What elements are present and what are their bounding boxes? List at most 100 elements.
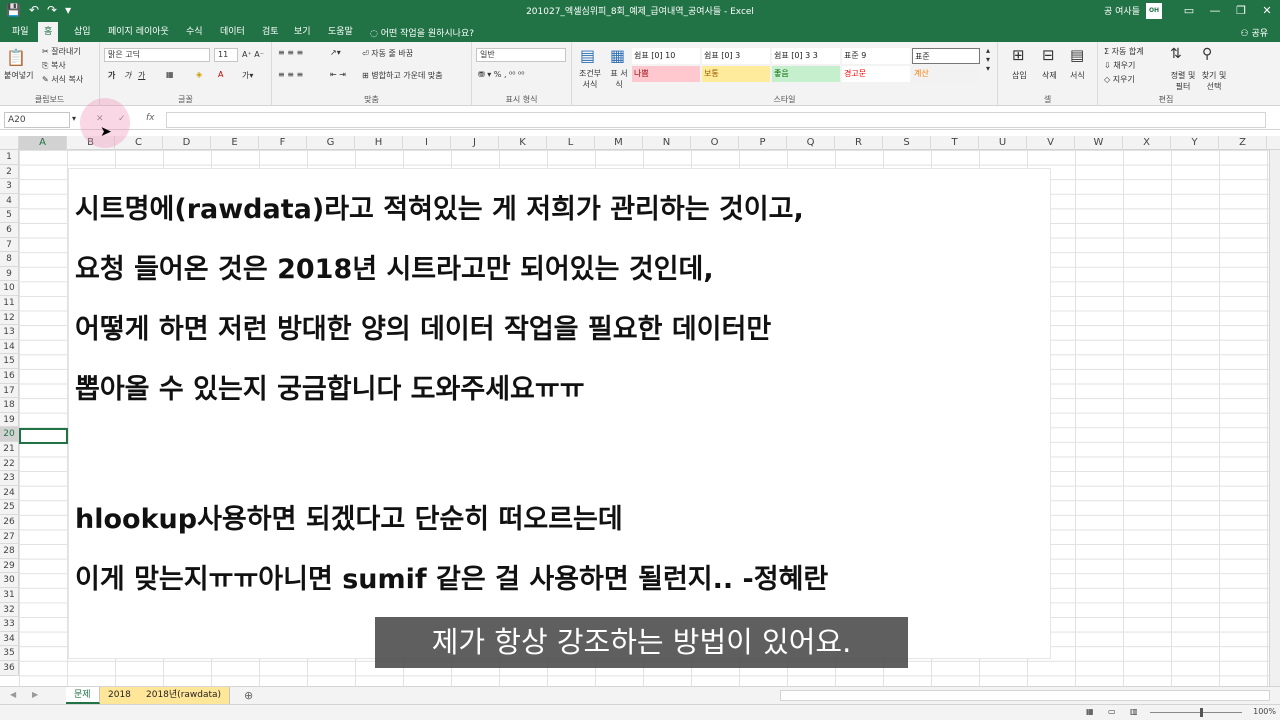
row-header-16[interactable]: 16: [0, 369, 19, 384]
column-header-i[interactable]: I: [403, 136, 451, 150]
sheet-tab-2018-rawdata[interactable]: 2018년(rawdata): [138, 687, 231, 704]
conditional-format-icon[interactable]: ▤: [580, 46, 595, 65]
tab-page-layout[interactable]: 페이지 레이아웃: [102, 22, 175, 42]
active-cell[interactable]: [19, 428, 68, 444]
column-header-s[interactable]: S: [883, 136, 931, 150]
italic-button[interactable]: 가: [124, 70, 131, 81]
column-header-d[interactable]: D: [163, 136, 211, 150]
row-header-22[interactable]: 22: [0, 456, 19, 472]
delete-cells-icon[interactable]: ⊟: [1042, 46, 1055, 64]
row-header-12[interactable]: 12: [0, 310, 19, 326]
fill-color-icon[interactable]: ◈: [196, 70, 202, 79]
table-format-button[interactable]: 표 서식: [608, 68, 630, 90]
row-header-33[interactable]: 33: [0, 617, 19, 632]
cell-style-item[interactable]: 좋음: [772, 66, 840, 82]
column-header-q[interactable]: Q: [787, 136, 835, 150]
avatar[interactable]: OH: [1146, 3, 1162, 19]
row-header-4[interactable]: 4: [0, 193, 19, 209]
row-header-7[interactable]: 7: [0, 237, 19, 253]
restore-icon[interactable]: ❐: [1228, 0, 1254, 22]
row-header-11[interactable]: 11: [0, 296, 19, 311]
row-header-9[interactable]: 9: [0, 266, 19, 282]
row-header-29[interactable]: 29: [0, 558, 19, 574]
orientation-icon[interactable]: ↗▾: [330, 48, 341, 57]
insert-cells-icon[interactable]: ⊞: [1012, 46, 1025, 64]
cell-style-item[interactable]: 보통: [702, 66, 770, 82]
paste-button[interactable]: 붙여넣기: [4, 70, 33, 81]
row-header-34[interactable]: 34: [0, 631, 19, 647]
copy-button[interactable]: ⎘ 복사: [42, 60, 66, 71]
row-header-5[interactable]: 5: [0, 208, 19, 223]
column-header-o[interactable]: O: [691, 136, 739, 150]
underline-button[interactable]: 가: [138, 70, 145, 81]
name-box-dropdown-icon[interactable]: ▾: [72, 114, 76, 123]
row-header-35[interactable]: 35: [0, 646, 19, 661]
column-header-t[interactable]: T: [931, 136, 979, 150]
column-header-l[interactable]: L: [547, 136, 595, 150]
row-header-15[interactable]: 15: [0, 354, 19, 369]
row-header-14[interactable]: 14: [0, 339, 19, 355]
find-select-button[interactable]: 찾기 및 선택: [1198, 70, 1230, 92]
row-header-30[interactable]: 30: [0, 573, 19, 588]
row-header-32[interactable]: 32: [0, 602, 19, 618]
tab-help[interactable]: 도움말: [322, 22, 359, 42]
row-header-8[interactable]: 8: [0, 252, 19, 267]
ribbon-display-icon[interactable]: ▭: [1176, 0, 1202, 22]
column-header-f[interactable]: F: [259, 136, 307, 150]
column-header-m[interactable]: M: [595, 136, 643, 150]
align-left-icon[interactable]: ≡ ≡ ≡: [278, 70, 303, 79]
cell-style-item[interactable]: 표준 9: [842, 48, 910, 64]
row-header-2[interactable]: 2: [0, 164, 19, 180]
page-layout-view-icon[interactable]: ▭: [1108, 707, 1116, 716]
column-header-k[interactable]: K: [499, 136, 547, 150]
tab-view[interactable]: 보기: [288, 22, 317, 42]
question-textbox[interactable]: 시트명에(rawdata)라고 적혀있는 게 저희가 관리하는 것이고, 요청 …: [68, 168, 1051, 659]
indent-icon[interactable]: ⇤ ⇥: [330, 70, 346, 79]
row-header-21[interactable]: 21: [0, 442, 19, 457]
column-header-e[interactable]: E: [211, 136, 259, 150]
cell-style-item[interactable]: 쉼표 [0] 10: [632, 48, 700, 64]
column-header-j[interactable]: J: [451, 136, 499, 150]
cell-style-item[interactable]: 쉼표 [0] 3 3: [772, 48, 840, 64]
vertical-scrollbar[interactable]: [1269, 150, 1280, 686]
font-color-icon[interactable]: A: [218, 70, 223, 79]
format-cells-button[interactable]: 서식: [1070, 70, 1085, 81]
row-header-36[interactable]: 36: [0, 661, 19, 676]
column-header-h[interactable]: H: [355, 136, 403, 150]
bold-button[interactable]: 가: [108, 70, 115, 81]
row-header-13[interactable]: 13: [0, 325, 19, 340]
column-header-p[interactable]: P: [739, 136, 787, 150]
column-header-y[interactable]: Y: [1171, 136, 1219, 150]
row-header-17[interactable]: 17: [0, 383, 19, 399]
autosum-button[interactable]: Σ 자동 합계: [1104, 46, 1144, 57]
column-header-x[interactable]: X: [1123, 136, 1171, 150]
fill-button[interactable]: ⇩ 채우기: [1104, 60, 1135, 71]
currency-icon[interactable]: ⛃ ▾ % , ⁰⁰ ⁰⁰: [478, 70, 524, 79]
row-header-6[interactable]: 6: [0, 223, 19, 238]
user-name[interactable]: 공 여사들: [1104, 4, 1140, 17]
column-header-n[interactable]: N: [643, 136, 691, 150]
name-box[interactable]: A20: [4, 112, 70, 128]
minimize-icon[interactable]: —: [1202, 0, 1228, 22]
phonetic-icon[interactable]: 가▾: [242, 70, 253, 81]
sort-filter-icon[interactable]: ⇅: [1170, 46, 1182, 62]
column-header-w[interactable]: W: [1075, 136, 1123, 150]
number-format-select[interactable]: 일반: [476, 48, 566, 62]
sheet-nav-right-icon[interactable]: ▶: [32, 690, 38, 699]
cut-button[interactable]: ✂ 잘라내기: [42, 46, 81, 57]
delete-cells-button[interactable]: 삭제: [1042, 70, 1057, 81]
tab-data[interactable]: 데이터: [214, 22, 251, 42]
format-cells-icon[interactable]: ▤: [1070, 46, 1084, 64]
cell-style-item[interactable]: 경고문: [842, 66, 910, 82]
font-name-select[interactable]: 맑은 고딕: [104, 48, 210, 62]
page-break-view-icon[interactable]: ▥: [1130, 707, 1138, 716]
sheet-tab-problem[interactable]: 문제: [66, 687, 100, 704]
add-sheet-icon[interactable]: ⊕: [244, 689, 253, 702]
font-size-select[interactable]: 11: [214, 48, 238, 62]
row-header-20[interactable]: 20: [0, 427, 19, 442]
insert-function-icon[interactable]: fx: [146, 113, 155, 123]
row-header-27[interactable]: 27: [0, 529, 19, 545]
normal-view-icon[interactable]: ▦: [1086, 707, 1094, 716]
formula-input[interactable]: [166, 112, 1266, 128]
cell-style-item[interactable]: 표준: [912, 48, 980, 64]
